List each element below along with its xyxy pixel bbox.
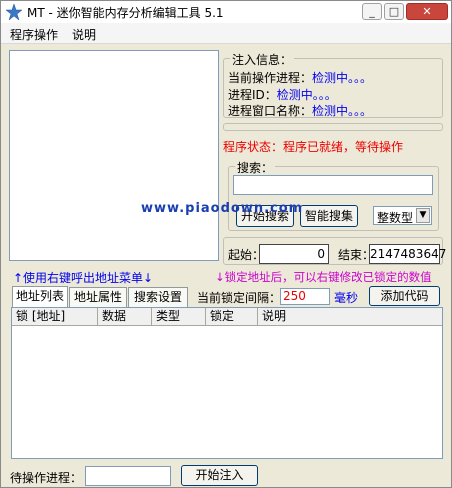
data-type-select[interactable]: 整数型 ▼ [373, 206, 432, 225]
column-header-lock-address[interactable]: 锁 [地址] [12, 308, 98, 326]
lock-interval-unit: 毫秒 [334, 291, 359, 305]
hint-right: ↓锁定地址后，可以右键修改已锁定的数值 [215, 270, 432, 284]
maximize-button[interactable]: □ [384, 3, 404, 20]
column-header-data[interactable]: 数据 [98, 308, 152, 326]
window-name-line: 进程窗口名称：检测中。。。 [228, 102, 372, 119]
minimize-button[interactable]: _ [362, 3, 382, 20]
search-input[interactable] [233, 175, 433, 195]
tab-address-properties[interactable]: 地址属性 [69, 287, 127, 307]
chevron-down-icon[interactable]: ▼ [416, 208, 430, 223]
pid-line: 进程ID：检测中。。。 [228, 86, 337, 103]
column-header-description[interactable]: 说明 [258, 308, 442, 326]
window-name-value: 检测中。。。 [312, 104, 373, 118]
menu-help[interactable]: 说明 [72, 26, 96, 43]
watermark: www.piaodown.com [141, 201, 304, 216]
lock-interval-input[interactable]: 250 [280, 288, 330, 305]
window-title: MT - 迷你智能内存分析编辑工具 5.1 [27, 6, 224, 20]
app-star-icon [6, 4, 22, 20]
range-end-input[interactable]: 2147483647 [369, 244, 446, 264]
current-process-value: 检测中。。。 [312, 71, 373, 85]
current-process-line: 当前操作进程：检测中。。。 [228, 69, 372, 86]
footer-bar: 待操作进程： 开始注入 [1, 463, 451, 487]
address-table[interactable]: 锁 [地址] 数据 类型 锁定 说明 [11, 307, 443, 459]
title-bar: MT - 迷你智能内存分析编辑工具 5.1 _ □ ✕ [1, 1, 451, 23]
divider-box [223, 123, 443, 131]
program-status: 程序状态：程序已就绪，等待操作 [223, 140, 404, 154]
menu-program-operation[interactable]: 程序操作 [10, 26, 58, 43]
add-code-button[interactable]: 添加代码 [369, 286, 440, 306]
pending-process-input[interactable] [85, 466, 171, 486]
menu-bar: 程序操作 说明 [1, 23, 451, 44]
pending-process-label: 待操作进程： [10, 471, 83, 485]
smart-collect-button[interactable]: 智能搜集 [300, 205, 358, 227]
search-title: 搜索： [235, 159, 276, 176]
inject-info-group: 注入信息： 当前操作进程：检测中。。。 进程ID：检测中。。。 进程窗口名称：检… [223, 51, 443, 119]
window-name-label: 进程窗口名称： [228, 104, 313, 118]
start-inject-button[interactable]: 开始注入 [181, 465, 258, 486]
column-header-locked[interactable]: 锁定 [206, 308, 258, 326]
hint-left: ↑使用右键呼出地址菜单↓ [13, 271, 154, 285]
current-process-label: 当前操作进程： [228, 71, 313, 85]
tab-search-settings[interactable]: 搜索设置 [128, 287, 188, 307]
close-button[interactable]: ✕ [406, 3, 448, 20]
column-header-type[interactable]: 类型 [152, 308, 206, 326]
range-start-input[interactable]: 0 [259, 244, 329, 264]
inject-info-title: 注入信息： [230, 51, 295, 68]
data-type-value: 整数型 [377, 211, 414, 225]
pid-value: 检测中。。。 [276, 88, 337, 102]
process-list[interactable] [9, 50, 219, 261]
pid-label: 进程ID： [228, 88, 277, 102]
tab-address-list[interactable]: 地址列表 [12, 286, 68, 307]
app-window: MT - 迷你智能内存分析编辑工具 5.1 _ □ ✕ 程序操作 说明 注入信息… [0, 0, 452, 488]
lock-interval-label: 当前锁定间隔： [197, 291, 282, 305]
